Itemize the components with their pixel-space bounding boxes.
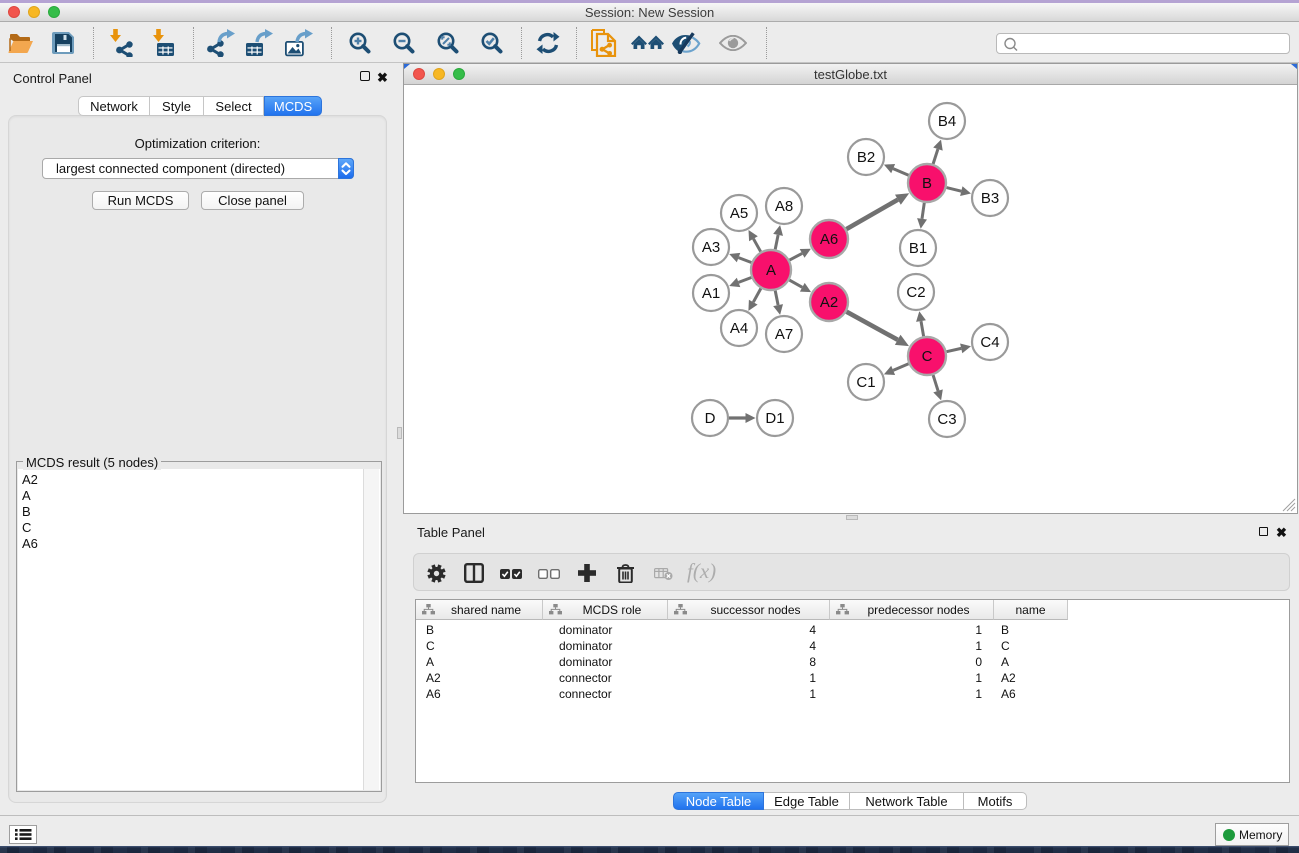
svg-text:B3: B3 — [981, 190, 999, 207]
svg-text:A1: A1 — [702, 285, 720, 302]
svg-text:A5: A5 — [730, 205, 748, 222]
svg-text:C: C — [922, 348, 933, 365]
svg-text:A4: A4 — [730, 320, 748, 337]
svg-text:A2: A2 — [820, 294, 838, 311]
svg-text:C3: C3 — [937, 411, 956, 428]
svg-text:B: B — [922, 175, 932, 192]
svg-text:B4: B4 — [938, 113, 956, 130]
svg-text:C1: C1 — [856, 374, 875, 391]
svg-text:D1: D1 — [765, 410, 784, 427]
svg-text:A8: A8 — [775, 198, 793, 215]
svg-text:B2: B2 — [857, 149, 875, 166]
svg-text:A3: A3 — [702, 239, 720, 256]
svg-text:D: D — [705, 410, 716, 427]
svg-text:A: A — [766, 262, 776, 279]
svg-text:A7: A7 — [775, 326, 793, 343]
svg-text:C4: C4 — [980, 334, 999, 351]
svg-text:A6: A6 — [820, 231, 838, 248]
svg-text:C2: C2 — [906, 284, 925, 301]
svg-text:B1: B1 — [909, 240, 927, 257]
